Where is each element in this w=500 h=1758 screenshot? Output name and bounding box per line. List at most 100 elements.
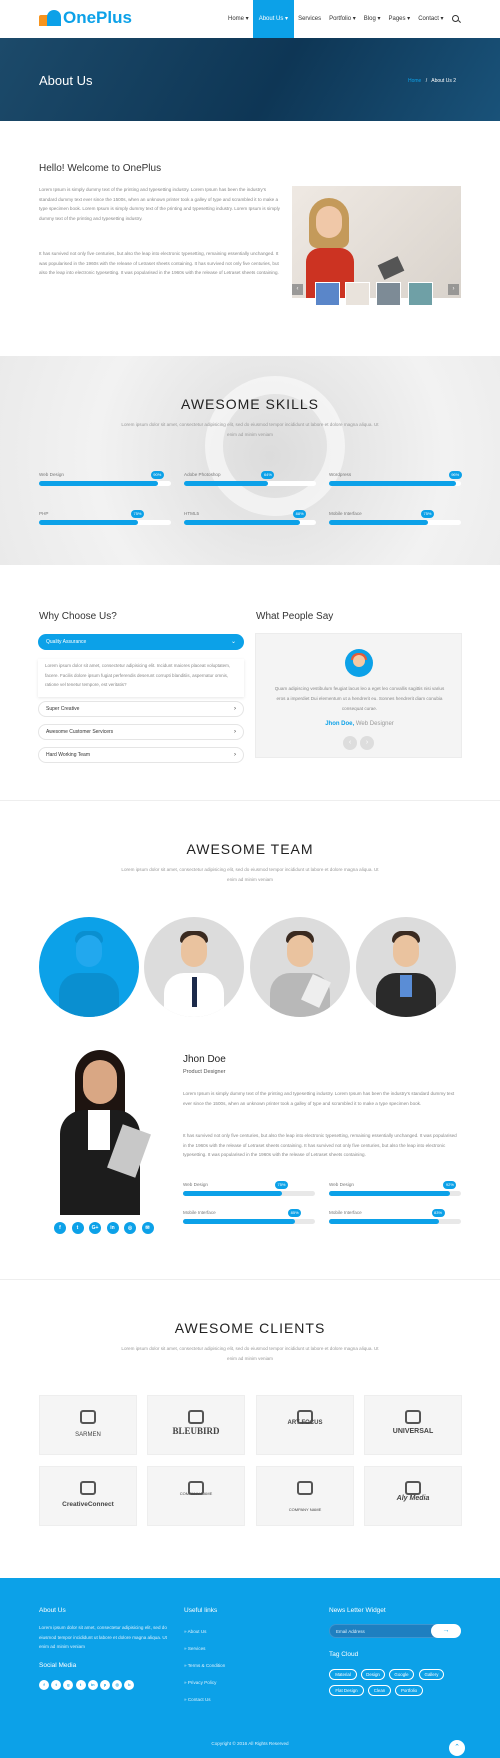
dribbble-icon[interactable]: ◎ [124, 1222, 136, 1234]
tag-item[interactable]: Portfolio [395, 1685, 423, 1696]
testimonial-prev-button[interactable]: ‹ [343, 736, 357, 750]
skills-title: AWESOME SKILLS [181, 396, 319, 412]
tag-item[interactable]: Clean [368, 1685, 391, 1696]
member-skill-label: Web Design [183, 1182, 208, 1187]
skill-bar-fill [39, 520, 138, 525]
tag-item[interactable]: Material [329, 1669, 357, 1680]
member-skill-percent-badge: 85% [288, 1209, 302, 1217]
back-to-top-button[interactable]: ⌃ [449, 1740, 465, 1756]
skill-percent-badge: 88% [293, 510, 307, 518]
client-logo-name: SARMEN [75, 1432, 101, 1438]
skill-bar [329, 481, 461, 486]
gallery-thumb[interactable] [376, 282, 401, 306]
tag-item[interactable]: Flat Design [329, 1685, 364, 1696]
nav-item-contact[interactable]: Contact ▾ [414, 0, 447, 38]
caret-down-icon: ▾ [244, 16, 249, 22]
logo-text[interactable]: OnePlus [63, 8, 132, 28]
client-logo-name: COMPANY NAME [288, 1507, 322, 1512]
team-member-avatar[interactable] [356, 917, 456, 1017]
accordion-item[interactable]: Awesome Customer Servicers › [38, 724, 244, 740]
client-logo-card[interactable]: COMPANY NAME [147, 1466, 245, 1526]
chevron-down-icon: ⌄ [230, 639, 236, 645]
tag-item[interactable]: Design [361, 1669, 385, 1680]
testimonial-next-button[interactable]: › [360, 736, 374, 750]
gallery-next-button[interactable]: › [448, 284, 459, 295]
gallery-prev-button[interactable]: ‹ [292, 284, 303, 295]
facebook-icon[interactable]: f [39, 1680, 49, 1690]
client-logo-card[interactable]: ART FOCUS [256, 1395, 354, 1455]
member-skill-bar [329, 1191, 461, 1196]
client-logo-card[interactable]: Aly Media [364, 1466, 462, 1526]
gallery-thumbnails: ‹ › [292, 280, 461, 309]
tag-item[interactable]: Google [389, 1669, 414, 1680]
member-skill-bar [329, 1219, 461, 1224]
member-role: Product Designer [183, 1069, 226, 1075]
page-banner: About Us Home / About Us 2 [0, 38, 500, 121]
team-title: AWESOME TEAM [186, 841, 314, 857]
nav-label: Services [298, 16, 322, 22]
testimonial-role: Web Designer [355, 721, 394, 727]
tablet-image [377, 256, 405, 280]
client-logo-card[interactable]: SARMEN [39, 1395, 137, 1455]
behance-icon[interactable]: b [124, 1680, 135, 1690]
team-subtitle: Lorem ipsum dolor sit amet, consectetur … [121, 867, 379, 882]
nav-item-services[interactable]: Services [294, 0, 325, 38]
logo-icon[interactable] [39, 10, 61, 26]
chevron-right-icon: › [234, 706, 236, 712]
team-member-avatar[interactable] [144, 917, 244, 1017]
google-icon[interactable]: g [63, 1680, 74, 1690]
clients-title: AWESOME CLIENTS [174, 1320, 326, 1336]
welcome-title: Hello! Welcome to OnePlus [39, 163, 162, 174]
nav-item-pages[interactable]: Pages ▾ [385, 0, 415, 38]
caret-down-icon: ▾ [438, 16, 444, 22]
footer-link[interactable]: » Contact Us [184, 1697, 211, 1702]
nav-item-blog[interactable]: Blog ▾ [360, 0, 385, 38]
nav-item-about-us[interactable]: About Us ▾ [252, 0, 295, 38]
footer-link[interactable]: » Services [184, 1646, 205, 1651]
google-plus-icon[interactable]: G+ [89, 1222, 101, 1234]
footer-link[interactable]: » Terms & Condition [184, 1663, 225, 1668]
nav-item-portfolio[interactable]: Portfolio ▾ [325, 0, 360, 38]
testimonial-title: What People Say [256, 611, 334, 622]
footer-link[interactable]: » Privacy Policy [184, 1680, 216, 1685]
tumblr-icon[interactable]: t [75, 1680, 86, 1690]
client-logo-card[interactable]: CreativeConnect [39, 1466, 137, 1526]
gallery-thumb[interactable] [315, 282, 340, 306]
email-input[interactable] [336, 1627, 426, 1636]
member-skill-label: Web Design [329, 1182, 354, 1187]
dribbble-icon[interactable]: ◎ [112, 1680, 123, 1690]
client-logo-card[interactable]: COMPANY NAME [256, 1466, 354, 1526]
nav-item-home[interactable]: Home ▾ [224, 0, 253, 38]
copyright: Copyright © 2016 All Rights Reserved [211, 1741, 289, 1746]
facebook-icon[interactable]: f [54, 1222, 66, 1234]
footer-social-title: Social Media [39, 1662, 77, 1669]
footer-link[interactable]: » About Us [184, 1629, 206, 1634]
client-logo-mark-icon [80, 1481, 96, 1495]
pinterest-icon[interactable]: p [100, 1680, 110, 1690]
tag-item[interactable]: Gallery [419, 1669, 444, 1680]
accordion-item[interactable]: Hard Working Team › [38, 747, 244, 763]
accordion-item[interactable]: Super Creative › [38, 701, 244, 717]
client-logo-name: COMPANY NAME [179, 1491, 213, 1496]
team-member-avatar[interactable] [39, 917, 139, 1017]
linkedin-icon[interactable]: in [106, 1222, 119, 1234]
client-logo-card[interactable]: BLEUBIRD [147, 1395, 245, 1455]
team-member-avatar[interactable] [250, 917, 350, 1017]
gallery-thumb[interactable] [345, 282, 370, 306]
breadcrumb-home[interactable]: Home [408, 78, 421, 84]
gallery-thumb[interactable] [408, 282, 433, 306]
testimonial-card: Quam adipiscing vestibulum feugiat lacus… [255, 633, 462, 758]
member-skill-label: Mobile Interface [183, 1210, 216, 1215]
skills-section [0, 356, 500, 565]
team-member-photo [50, 1048, 160, 1215]
member-bio-1: Lorem Ipsum is simply dummy text of the … [183, 1091, 455, 1106]
search-icon[interactable] [452, 15, 459, 22]
twitter-icon[interactable]: t [71, 1222, 84, 1234]
email-icon[interactable]: ✉ [141, 1222, 154, 1234]
client-logo-card[interactable]: UNIVERSAL [364, 1395, 462, 1455]
skill-bar-fill [329, 481, 456, 486]
twitter-icon[interactable]: t [51, 1680, 62, 1690]
linkedin-icon[interactable]: in [87, 1680, 98, 1690]
accordion-item[interactable]: Quality Assurance ⌄ [38, 634, 244, 650]
newsletter-submit-button[interactable]: → [431, 1624, 461, 1638]
